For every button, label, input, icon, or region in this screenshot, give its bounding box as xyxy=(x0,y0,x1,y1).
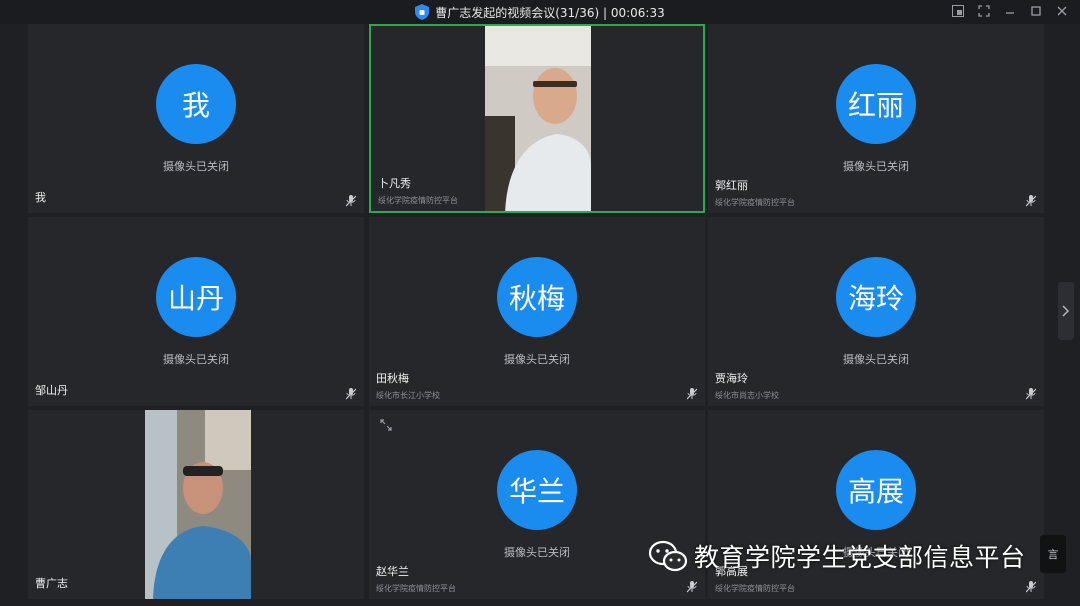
mic-muted-icon xyxy=(1026,581,1036,593)
mic-muted-icon xyxy=(687,581,697,593)
participant-name: 赵华兰 xyxy=(376,565,409,578)
person-video-icon xyxy=(145,410,251,599)
participant-org: 绥化市长江小学校 xyxy=(376,391,440,400)
participant-name: 贾海玲 xyxy=(715,372,748,385)
maximize-icon[interactable] xyxy=(1028,3,1044,19)
avatar: 海玲 xyxy=(836,257,916,337)
mic-muted-icon xyxy=(1026,388,1036,400)
chevron-right-icon xyxy=(1062,305,1070,317)
participant-name: 曹广志 xyxy=(35,577,68,590)
participant-org: 绥化学院疫情防控平台 xyxy=(376,584,456,593)
avatar: 我 xyxy=(156,64,236,144)
close-icon[interactable] xyxy=(1054,3,1070,19)
video-feed xyxy=(485,26,591,211)
next-page-button[interactable] xyxy=(1058,282,1074,340)
expand-icon[interactable] xyxy=(377,416,395,434)
person-video-icon xyxy=(485,26,591,211)
participant-tile[interactable]: 红丽 摄像头已关闭 郭红丽 绥化学院疫情防控平台 xyxy=(708,24,1044,213)
mic-muted-icon xyxy=(346,195,356,207)
participant-org: 绥化学院疫情防控平台 xyxy=(378,196,458,205)
avatar: 山丹 xyxy=(156,257,236,337)
participant-org: 绥化学院疫情防控平台 xyxy=(715,198,795,207)
minimize-icon[interactable] xyxy=(1002,3,1018,19)
participant-tile-active[interactable]: 卜凡秀 绥化学院疫情防控平台 xyxy=(369,24,705,213)
participant-tile[interactable]: 曹广志 xyxy=(28,410,364,599)
participant-tile[interactable]: 我 摄像头已关闭 我 xyxy=(28,24,364,213)
participant-tile[interactable]: 海玲 摄像头已关闭 贾海玲 绥化市尚志小学校 xyxy=(708,217,1044,406)
avatar: 秋梅 xyxy=(497,257,577,337)
camera-off-label: 摄像头已关闭 xyxy=(843,353,909,366)
mic-muted-icon xyxy=(687,388,697,400)
participant-org: 绥化市尚志小学校 xyxy=(715,391,779,400)
participant-tile[interactable]: 秋梅 摄像头已关闭 田秋梅 绥化市长江小学校 xyxy=(369,217,705,406)
participant-org: 绥化学院疫情防控平台 xyxy=(715,584,795,593)
pip-icon[interactable] xyxy=(950,3,966,19)
camera-off-label: 摄像头已关闭 xyxy=(843,160,909,173)
participant-name: 邹山丹 xyxy=(35,384,68,397)
wechat-icon xyxy=(648,540,688,572)
shield-icon xyxy=(415,4,430,20)
participant-name: 卜凡秀 xyxy=(378,177,411,190)
mic-muted-icon xyxy=(346,388,356,400)
participant-name: 郭红丽 xyxy=(715,179,748,192)
fullscreen-icon[interactable] xyxy=(976,3,992,19)
watermark-stub: 言 xyxy=(1040,535,1066,573)
participant-name: 田秋梅 xyxy=(376,372,409,385)
avatar: 高展 xyxy=(836,450,916,530)
camera-off-label: 摄像头已关闭 xyxy=(504,353,570,366)
mic-muted-icon xyxy=(1026,195,1036,207)
participant-tile[interactable]: 山丹 摄像头已关闭 邹山丹 xyxy=(28,217,364,406)
avatar: 华兰 xyxy=(497,450,577,530)
video-grid: 我 摄像头已关闭 我 卜凡秀 绥化学院疫情防控平台 红丽 摄像头已关闭 郭红丽 … xyxy=(28,24,1044,602)
watermark-text: 教育学院学生党支部信息平台 xyxy=(694,543,1026,572)
camera-off-label: 摄像头已关闭 xyxy=(163,160,229,173)
avatar: 红丽 xyxy=(836,64,916,144)
meeting-title: 曹广志发起的视频会议(31/36) | 00:06:33 xyxy=(435,5,665,20)
camera-off-label: 摄像头已关闭 xyxy=(163,353,229,366)
title-bar: 曹广志发起的视频会议(31/36) | 00:06:33 xyxy=(0,0,1080,24)
participant-name: 我 xyxy=(35,191,46,204)
watermark: 教育学院学生党支部信息平台 xyxy=(648,536,1026,576)
video-feed xyxy=(145,410,251,599)
